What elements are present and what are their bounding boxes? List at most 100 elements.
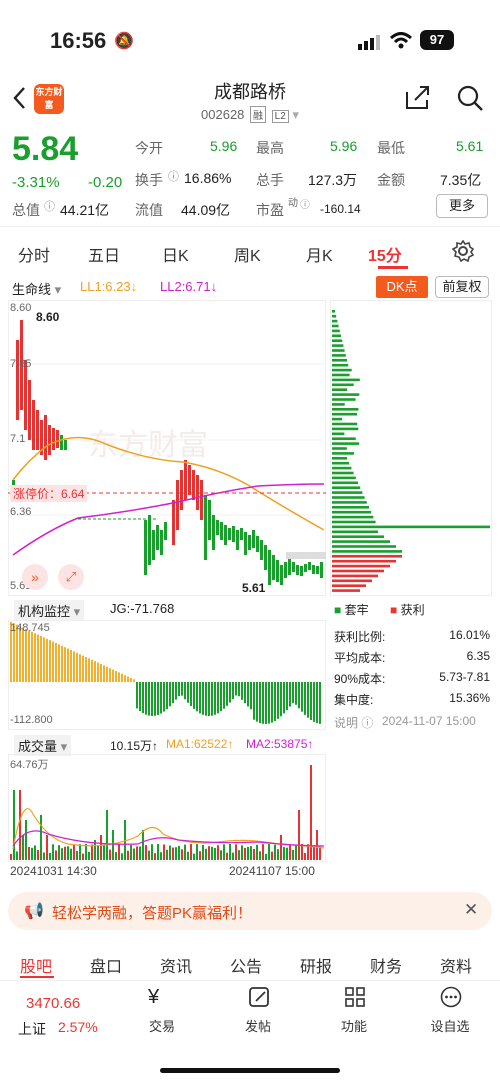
jg-bar <box>67 648 69 682</box>
volume-select[interactable]: 成交量 ▾ <box>14 735 72 756</box>
volume-bar <box>292 849 294 860</box>
volume-bar <box>79 844 81 860</box>
volume-bar <box>295 844 297 860</box>
nav-post[interactable]: 发帖 <box>228 1016 288 1035</box>
candle <box>160 530 163 555</box>
chip-bar <box>332 319 338 323</box>
search-icon[interactable] <box>456 84 484 117</box>
dk-button[interactable]: DK点 <box>376 276 428 298</box>
chip-bar <box>332 515 374 519</box>
tab-intraday[interactable]: 分时 <box>18 242 50 266</box>
tab-daily[interactable]: 日K <box>162 242 189 266</box>
tab-finance[interactable]: 财务 <box>370 953 402 977</box>
tab-news[interactable]: 资讯 <box>160 953 192 977</box>
chip-avg-label: 平均成本: <box>334 651 386 665</box>
volume-bar <box>73 844 75 860</box>
more-button[interactable]: 更多 <box>436 194 488 218</box>
chip-bar <box>332 520 376 524</box>
chip-distribution[interactable] <box>330 300 492 596</box>
last-price: 5.84 <box>12 130 79 168</box>
volume-bar <box>202 844 204 860</box>
jg-bar <box>124 675 126 682</box>
chip-bar <box>332 417 343 421</box>
volume-bar <box>52 844 54 860</box>
tab-guba[interactable]: 股吧 <box>20 953 52 977</box>
jg-bar <box>286 682 288 711</box>
jg-bar <box>316 682 318 724</box>
jg-bar <box>52 641 54 682</box>
grid-icon[interactable] <box>344 986 366 1013</box>
gear-icon[interactable] <box>451 239 475 267</box>
tab-profile[interactable]: 资料 <box>440 953 472 977</box>
jg-bar <box>217 682 219 714</box>
volume-bar <box>55 850 57 860</box>
volume-bar <box>148 850 150 860</box>
jg-bar <box>313 682 315 722</box>
trade-icon[interactable]: ¥ <box>148 986 159 1009</box>
indicator-select[interactable]: 生命线 ▾ <box>12 279 61 298</box>
candle <box>64 440 67 450</box>
candle <box>284 562 287 578</box>
jg-bar <box>85 657 87 682</box>
share-icon[interactable] <box>403 84 431 117</box>
volume-chart[interactable] <box>8 754 326 862</box>
volume-bar <box>34 845 36 860</box>
candle <box>24 360 27 430</box>
tab-notice[interactable]: 公告 <box>230 953 262 977</box>
volume-bar <box>181 849 183 860</box>
jg-bar <box>220 682 222 712</box>
candle <box>260 540 263 560</box>
amount-label: 金额 <box>377 172 405 188</box>
y-level-4: 6.36 <box>10 506 32 518</box>
candle <box>236 530 239 550</box>
more-dots-icon[interactable] <box>440 986 462 1013</box>
kline-chart[interactable]: 东方财富 <box>8 300 326 596</box>
tab-5day[interactable]: 五日 <box>88 242 120 266</box>
volume-bar <box>277 849 279 860</box>
close-icon[interactable]: ✕ <box>464 900 478 920</box>
volume-bar <box>136 846 138 860</box>
jg-bar <box>199 682 201 714</box>
tab-weekly[interactable]: 周K <box>234 242 261 266</box>
chip-bar <box>332 447 347 450</box>
jg-bar <box>28 630 30 682</box>
jg-bar <box>307 682 309 718</box>
jg-bar <box>115 671 117 682</box>
candle <box>200 480 203 520</box>
y-high: 8.60 <box>10 302 32 314</box>
chip-note[interactable]: 说明 ⓘ <box>334 714 373 731</box>
tab-pankou[interactable]: 盘口 <box>90 953 122 977</box>
candle <box>32 400 35 450</box>
time-end: 20241107 15:00 <box>229 864 315 878</box>
tab-monthly[interactable]: 月K <box>306 242 333 266</box>
jg-bar <box>196 682 198 712</box>
high-label: 最高 <box>256 140 284 156</box>
nav-trade[interactable]: 交易 <box>132 1016 192 1035</box>
chip-bar <box>332 530 378 534</box>
jg-bar <box>268 682 270 724</box>
volume-bar <box>256 844 258 860</box>
nav-functions[interactable]: 功能 <box>324 1016 384 1035</box>
tab-research[interactable]: 研报 <box>300 953 332 977</box>
edit-icon[interactable] <box>248 986 270 1013</box>
adjust-button[interactable]: 前复权 <box>435 276 489 298</box>
fullscreen-icon[interactable]: ⤢ <box>58 564 84 590</box>
expand-arrows-icon[interactable]: » <box>22 564 48 590</box>
jg-bar <box>208 682 210 716</box>
volume-bar <box>268 844 270 860</box>
jg-select[interactable]: 机构监控 ▾ <box>14 600 85 621</box>
low-label: 最低 <box>377 140 405 156</box>
jg-bar <box>118 672 120 682</box>
promo-banner[interactable]: 📢 轻松学两融，答题PK赢福利！ ✕ <box>8 892 492 930</box>
nav-watchlist[interactable]: 设自选 <box>420 1016 480 1035</box>
volume-bar <box>100 835 102 860</box>
open-value: 5.96 <box>210 138 238 154</box>
jg-bar <box>70 650 72 682</box>
candle <box>312 565 315 574</box>
jg-chart[interactable] <box>8 620 326 730</box>
index-value: 3470.66 <box>26 995 81 1012</box>
chip-bar <box>332 452 354 455</box>
candle <box>320 562 323 578</box>
candle <box>316 566 319 574</box>
tab-15min[interactable]: 15分 <box>368 242 402 266</box>
